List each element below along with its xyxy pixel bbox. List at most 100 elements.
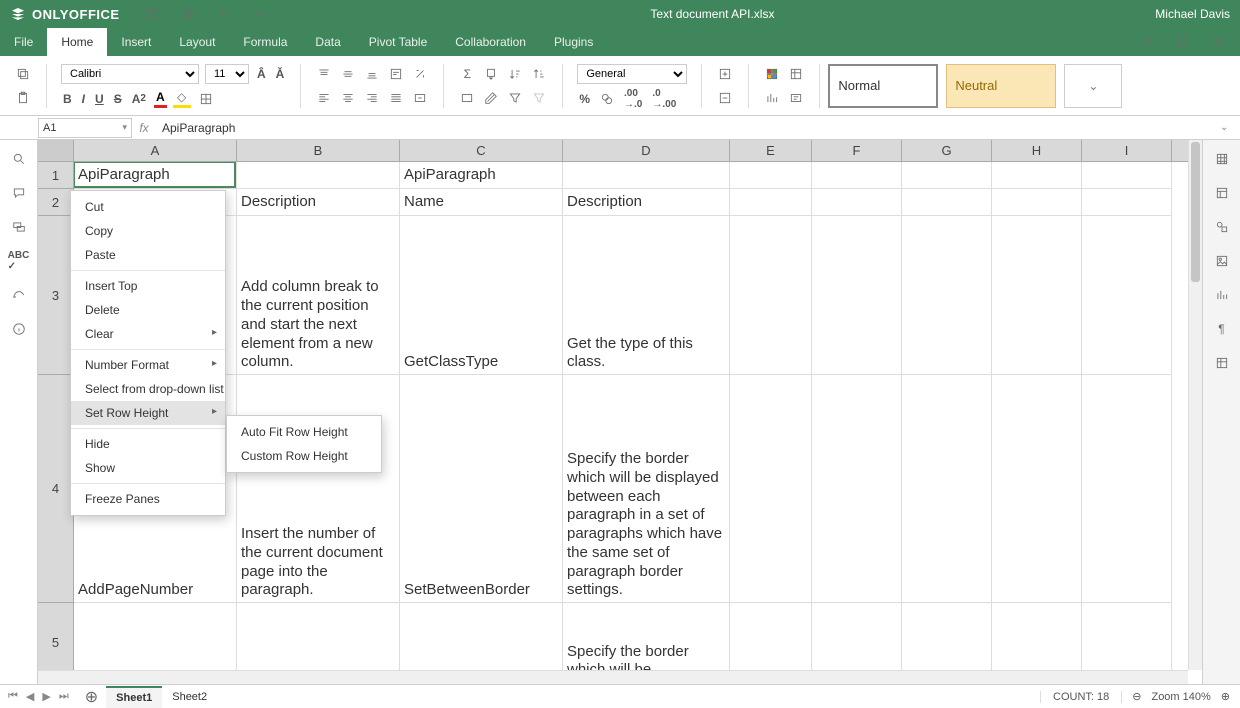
font-size-select[interactable]: 11: [205, 64, 249, 84]
cell-D4[interactable]: Specify the border which will be display…: [563, 375, 730, 603]
cell-E1[interactable]: [730, 162, 812, 189]
insert-chart-icon[interactable]: [763, 89, 781, 107]
named-range-icon[interactable]: [458, 89, 476, 107]
menu-item-number-format[interactable]: Number Format: [71, 353, 225, 377]
align-bottom-icon[interactable]: [363, 65, 381, 83]
text-settings-icon[interactable]: ¶: [1213, 320, 1231, 338]
cell-E3[interactable]: [730, 216, 812, 375]
cell-B1[interactable]: [237, 162, 400, 189]
cell-G5[interactable]: [902, 603, 992, 670]
accounting-icon[interactable]: [598, 90, 616, 108]
align-right-icon[interactable]: [363, 89, 381, 107]
cell-B5[interactable]: [237, 603, 400, 670]
cell-C1[interactable]: ApiParagraph: [400, 162, 563, 189]
wrap-text-icon[interactable]: [387, 65, 405, 83]
cell-I2[interactable]: [1082, 189, 1172, 216]
sheet-first-icon[interactable]: ⏮: [8, 690, 18, 703]
col-header-F[interactable]: F: [812, 140, 902, 161]
expand-formula-icon[interactable]: ⌄: [1220, 122, 1240, 133]
cell-H1[interactable]: [992, 162, 1082, 189]
share-icon[interactable]: [1138, 33, 1156, 51]
conditional-format-icon[interactable]: [763, 65, 781, 83]
cell-style-neutral[interactable]: Neutral: [946, 64, 1056, 108]
cell-F1[interactable]: [812, 162, 902, 189]
tab-file[interactable]: File: [0, 28, 47, 56]
horizontal-scrollbar[interactable]: [38, 670, 1188, 684]
menu-item-custom-row-height[interactable]: Custom Row Height: [227, 444, 381, 468]
sort-asc-icon[interactable]: [506, 65, 524, 83]
cell-I4[interactable]: [1082, 375, 1172, 603]
cell-C4[interactable]: SetBetweenBorder: [400, 375, 563, 603]
cell-styles-dropdown[interactable]: ⌄: [1064, 64, 1122, 108]
cell-settings-icon[interactable]: [1213, 150, 1231, 168]
col-header-E[interactable]: E: [730, 140, 812, 161]
cell-A1[interactable]: ApiParagraph: [74, 162, 237, 189]
cell-I3[interactable]: [1082, 216, 1172, 375]
sheet-tab-1[interactable]: Sheet1: [106, 686, 162, 708]
strike-icon[interactable]: S: [112, 90, 124, 108]
menu-item-delete[interactable]: Delete: [71, 298, 225, 322]
row-header-1[interactable]: 1: [38, 162, 73, 189]
col-header-B[interactable]: B: [237, 140, 400, 161]
cell-G2[interactable]: [902, 189, 992, 216]
insert-textbox-icon[interactable]: [787, 89, 805, 107]
sheet-next-icon[interactable]: ▶: [42, 690, 50, 703]
formula-input[interactable]: ApiParagraph: [156, 121, 1220, 135]
filter-icon[interactable]: [506, 89, 524, 107]
cell-E2[interactable]: [730, 189, 812, 216]
redo-icon[interactable]: [252, 5, 270, 23]
increase-font-icon[interactable]: Â: [255, 65, 268, 83]
cell-D5[interactable]: Specify the border which will be: [563, 603, 730, 670]
copy-icon[interactable]: [14, 65, 32, 83]
cell-B2[interactable]: Description: [237, 189, 400, 216]
col-header-H[interactable]: H: [992, 140, 1082, 161]
clear-icon[interactable]: [482, 89, 500, 107]
cell-D2[interactable]: Description: [563, 189, 730, 216]
cell-G4[interactable]: [902, 375, 992, 603]
insert-cells-icon[interactable]: [716, 65, 734, 83]
orientation-icon[interactable]: [411, 65, 429, 83]
print-icon[interactable]: [180, 5, 198, 23]
cell-E4[interactable]: [730, 375, 812, 603]
chart-settings-icon[interactable]: [1213, 286, 1231, 304]
zoom-in-icon[interactable]: ⊕: [1221, 690, 1230, 703]
clear-filter-icon[interactable]: [530, 89, 548, 107]
italic-icon[interactable]: I: [80, 90, 87, 108]
align-top-icon[interactable]: [315, 65, 333, 83]
cell-F3[interactable]: [812, 216, 902, 375]
col-header-C[interactable]: C: [400, 140, 563, 161]
cell-F5[interactable]: [812, 603, 902, 670]
font-name-select[interactable]: Calibri: [61, 64, 199, 84]
cell-C2[interactable]: Name: [400, 189, 563, 216]
cell-A5[interactable]: [74, 603, 237, 670]
cell-E5[interactable]: [730, 603, 812, 670]
cell-style-normal[interactable]: Normal: [828, 64, 938, 108]
format-table-icon[interactable]: [787, 65, 805, 83]
cell-I1[interactable]: [1082, 162, 1172, 189]
col-header-D[interactable]: D: [563, 140, 730, 161]
col-header-I[interactable]: I: [1082, 140, 1172, 161]
comments-icon[interactable]: [10, 184, 28, 202]
name-box[interactable]: A1▾: [38, 118, 132, 138]
menu-item-select-from-drop-down-list[interactable]: Select from drop-down list: [71, 377, 225, 401]
table-settings-icon[interactable]: [1213, 184, 1231, 202]
tab-home[interactable]: Home: [47, 28, 107, 56]
cell-B4[interactable]: Insert the number of the current documen…: [237, 375, 400, 603]
col-header-G[interactable]: G: [902, 140, 992, 161]
merge-cells-icon[interactable]: [411, 89, 429, 107]
cell-H5[interactable]: [992, 603, 1082, 670]
hamburger-icon[interactable]: [1210, 33, 1228, 51]
align-middle-icon[interactable]: [339, 65, 357, 83]
add-sheet-button[interactable]: ⊕: [77, 687, 106, 707]
autosum-icon[interactable]: Σ: [458, 65, 476, 83]
cell-D3[interactable]: Get the type of this class.: [563, 216, 730, 375]
cell-I5[interactable]: [1082, 603, 1172, 670]
align-left-icon[interactable]: [315, 89, 333, 107]
bold-icon[interactable]: B: [61, 90, 74, 108]
fill-down-icon[interactable]: [482, 65, 500, 83]
row-header-3[interactable]: 3: [38, 216, 73, 375]
cell-G3[interactable]: [902, 216, 992, 375]
feedback-icon[interactable]: [10, 286, 28, 304]
chevron-down-icon[interactable]: ▾: [122, 122, 127, 133]
fx-icon[interactable]: fx: [132, 121, 156, 135]
